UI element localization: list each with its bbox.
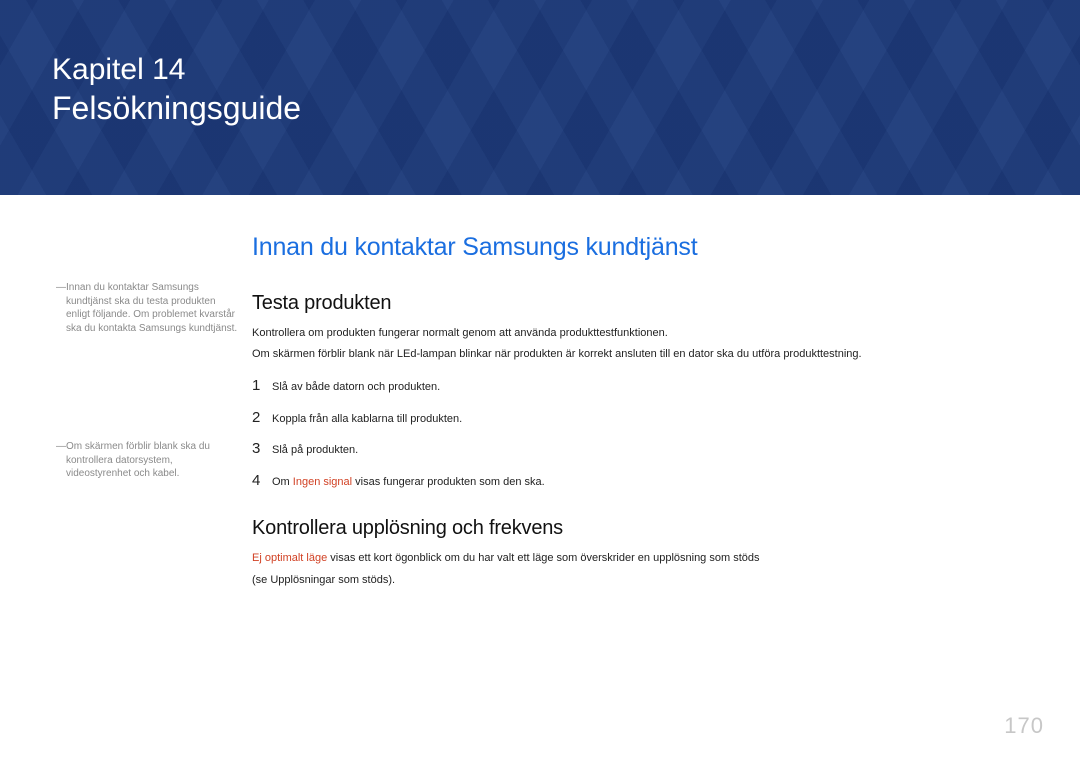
- step-1: 1 Slå av både datorn och produkten.: [252, 377, 1024, 397]
- chapter-label: Kapitel 14: [52, 52, 301, 88]
- hero-text-block: Kapitel 14 Felsökningsguide: [52, 52, 301, 128]
- hero-banner: Kapitel 14 Felsökningsguide: [0, 0, 1080, 195]
- test-p2: Om skärmen förblir blank när LEd-lampan …: [252, 346, 1024, 363]
- res-p2: (se Upplösningar som stöds).: [252, 572, 1024, 589]
- step-2: 2 Koppla från alla kablarna till produkt…: [252, 409, 1024, 429]
- resolution-heading: Kontrollera upplösning och frekvens: [252, 517, 1024, 540]
- sidebar-note-1: ― Innan du kontaktar Samsungs kundtjänst…: [56, 281, 238, 335]
- test-product-heading: Testa produkten: [252, 292, 1024, 315]
- step-number: 2: [252, 409, 272, 426]
- res-suffix: visas ett kort ögonblick om du har valt …: [327, 552, 759, 564]
- step-1-text: Slå av både datorn och produkten.: [272, 377, 440, 397]
- sidebar-note-2: ― Om skärmen förblir blank ska du kontro…: [56, 440, 238, 481]
- step-4-text: Om Ingen signal visas fungerar produkten…: [272, 472, 545, 492]
- main-column: Innan du kontaktar Samsungs kundtjänst T…: [252, 233, 1024, 593]
- step-number: 4: [252, 472, 272, 489]
- step-4-term: Ingen signal: [293, 476, 352, 488]
- res-p1: Ej optimalt läge visas ett kort ögonblic…: [252, 550, 1024, 567]
- step-4-prefix: Om: [272, 476, 293, 488]
- dash-icon: ―: [56, 440, 66, 454]
- sidebar-note-2-text: Om skärmen förblir blank ska du kontroll…: [56, 440, 238, 481]
- content-area: ― Innan du kontaktar Samsungs kundtjänst…: [0, 195, 1080, 593]
- section-title: Innan du kontaktar Samsungs kundtjänst: [252, 233, 1024, 262]
- step-3: 3 Slå på produkten.: [252, 440, 1024, 460]
- test-p1: Kontrollera om produkten fungerar normal…: [252, 325, 1024, 342]
- step-2-text: Koppla från alla kablarna till produkten…: [272, 409, 462, 429]
- step-number: 3: [252, 440, 272, 457]
- sidebar-notes: ― Innan du kontaktar Samsungs kundtjänst…: [56, 233, 238, 593]
- page-number: 170: [1004, 713, 1044, 739]
- chapter-title: Felsökningsguide: [52, 88, 301, 128]
- sidebar-note-1-text: Innan du kontaktar Samsungs kundtjänst s…: [56, 281, 238, 335]
- steps-list: 1 Slå av både datorn och produkten. 2 Ko…: [252, 377, 1024, 491]
- step-number: 1: [252, 377, 272, 394]
- dash-icon: ―: [56, 281, 66, 295]
- step-4-suffix: visas fungerar produkten som den ska.: [352, 476, 545, 488]
- res-term: Ej optimalt läge: [252, 552, 327, 564]
- step-3-text: Slå på produkten.: [272, 440, 358, 460]
- step-4: 4 Om Ingen signal visas fungerar produkt…: [252, 472, 1024, 492]
